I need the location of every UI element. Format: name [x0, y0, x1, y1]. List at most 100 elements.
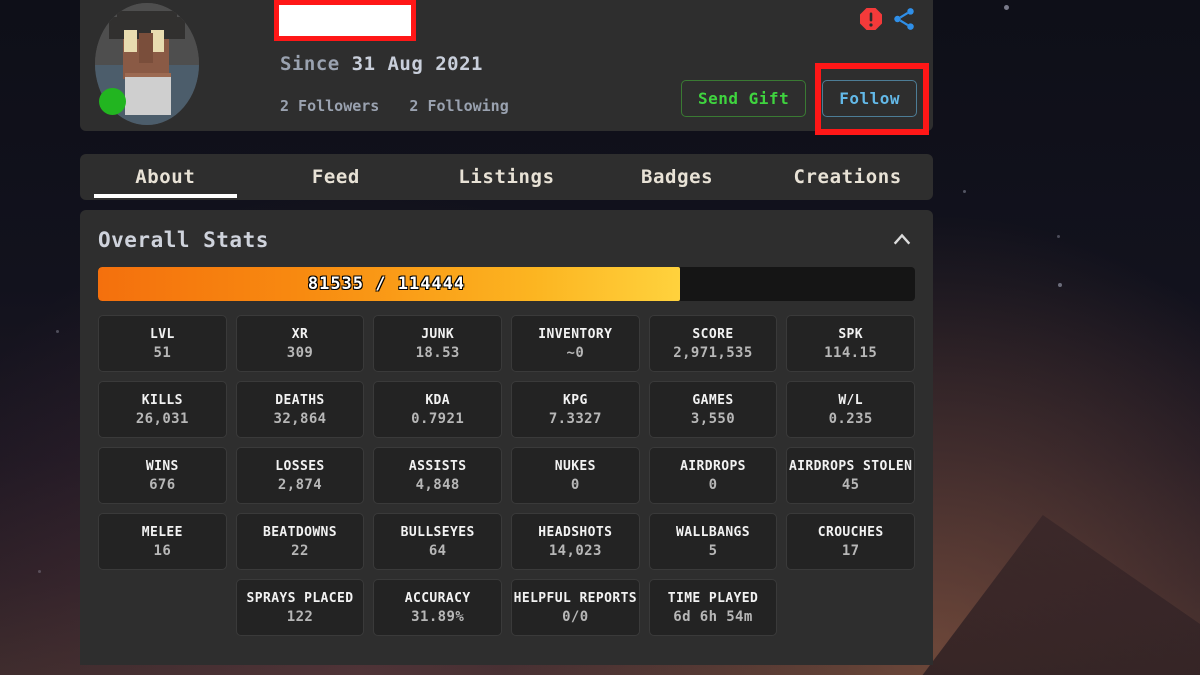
- stat-card: SPK 114.15: [786, 315, 915, 372]
- profile-page: Since 31 Aug 2021 2 Followers 2 Followin…: [0, 0, 1200, 675]
- stat-card-label: MELEE: [141, 524, 183, 540]
- stat-card-value: 309: [286, 344, 314, 361]
- send-gift-button[interactable]: Send Gift: [681, 80, 807, 117]
- level-progress-label: 81535 / 114444: [307, 274, 466, 294]
- profile-action-row: Send Gift Follow: [681, 80, 917, 117]
- stat-card-value: 17: [841, 542, 860, 559]
- stat-card-value: 2,971,535: [673, 344, 753, 361]
- stat-card: ASSISTS 4,848: [373, 447, 502, 504]
- stat-card: AIRDROPS 0: [648, 447, 778, 504]
- stat-card-value: 6d 6h 54m: [673, 608, 753, 625]
- stat-card-value: 2,874: [277, 476, 323, 493]
- stat-card-value: 22: [291, 542, 309, 559]
- tab-feed[interactable]: Feed: [251, 154, 422, 200]
- stat-card-value: 3,550: [690, 410, 736, 427]
- stat-card-value: 7.3327: [548, 410, 602, 427]
- stat-card-label: AIRDROPS: [680, 458, 746, 474]
- stat-card: WALLBANGS 5: [648, 513, 778, 570]
- share-icon[interactable]: [891, 6, 917, 32]
- background-mountain: [900, 515, 1200, 675]
- member-since-prefix: Since: [280, 53, 340, 75]
- stat-card: BEATDOWNS 22: [235, 513, 365, 570]
- stat-card: TIME PLAYED 6d 6h 54m: [648, 579, 778, 636]
- stat-card-value: 14,023: [548, 542, 602, 559]
- stat-card-value: 51: [153, 344, 172, 361]
- stat-card-label: KILLS: [141, 392, 183, 408]
- tab-creations-label: Creations: [793, 166, 902, 188]
- tab-creations[interactable]: Creations: [762, 154, 933, 200]
- stat-card: INVENTORY ~0: [511, 315, 640, 372]
- overall-stats-title: Overall Stats: [98, 228, 269, 252]
- profile-tabs: About Feed Listings Badges Creations: [80, 154, 933, 200]
- stat-card: NUKES 0: [511, 447, 640, 504]
- stat-card-value: 4,848: [415, 476, 460, 493]
- stat-card-value: 676: [149, 476, 176, 493]
- stat-card: SCORE 2,971,535: [648, 315, 778, 372]
- stat-card: HEADSHOTS 14,023: [511, 513, 640, 570]
- member-since-date: 31 Aug 2021: [351, 53, 483, 75]
- stat-card: XR 309: [235, 315, 365, 372]
- stat-card: HELPFUL REPORTS 0/0: [511, 579, 640, 636]
- stat-card-value: 31.89%: [411, 608, 465, 625]
- stat-card-label: AIRDROPS STOLEN: [788, 458, 913, 474]
- tab-badges-label: Badges: [640, 166, 714, 188]
- report-octagon-icon[interactable]: [859, 7, 883, 31]
- stat-card-value: 16: [153, 542, 172, 559]
- stat-card-label: JUNK: [421, 326, 455, 342]
- tab-listings[interactable]: Listings: [421, 154, 592, 200]
- stat-card-label: XR: [291, 326, 309, 342]
- stat-card: AIRDROPS STOLEN 45: [786, 447, 915, 504]
- stat-card-label: TIME PLAYED: [667, 590, 759, 606]
- username-redacted-box: [274, 0, 416, 41]
- stat-card-label: WINS: [145, 458, 179, 474]
- tab-about[interactable]: About: [80, 154, 251, 200]
- stat-card-label: CROUCHES: [817, 524, 884, 540]
- stat-card-label: NUKES: [554, 458, 596, 474]
- avatar[interactable]: [95, 3, 200, 125]
- stat-card-value: 45: [841, 476, 860, 493]
- tab-badges[interactable]: Badges: [592, 154, 763, 200]
- chevron-up-icon[interactable]: [891, 229, 913, 251]
- stat-card-label: GAMES: [692, 392, 734, 408]
- followers-count[interactable]: 2 Followers: [280, 97, 379, 115]
- stat-card-label: LOSSES: [275, 458, 325, 474]
- stat-card-value: 0: [708, 476, 718, 493]
- tab-about-label: About: [135, 166, 196, 188]
- profile-icon-row: [859, 6, 917, 32]
- stat-card-label: W/L: [838, 392, 863, 408]
- stat-card: KILLS 26,031: [98, 381, 227, 438]
- stat-card-value: 122: [286, 608, 314, 625]
- stat-card-label: KDA: [425, 392, 450, 408]
- stat-card-label: HEADSHOTS: [538, 524, 613, 540]
- stat-card-value: 5: [708, 542, 718, 559]
- stat-card-label: BEATDOWNS: [262, 524, 338, 540]
- stat-card: JUNK 18.53: [373, 315, 502, 372]
- overall-stats-header: Overall Stats: [98, 228, 915, 252]
- follow-counts: 2 Followers 2 Following: [280, 97, 509, 115]
- stat-card-value: 26,031: [135, 410, 189, 427]
- stat-card: GAMES 3,550: [648, 381, 778, 438]
- online-status-indicator: [99, 88, 126, 115]
- stat-card-value: 114.15: [824, 344, 878, 361]
- following-count[interactable]: 2 Following: [409, 97, 508, 115]
- profile-header-card: Since 31 Aug 2021 2 Followers 2 Followin…: [80, 0, 933, 135]
- stat-card: CROUCHES 17: [786, 513, 915, 570]
- level-progress-bar: 81535 / 114444: [98, 267, 915, 301]
- stat-card-value: 0.235: [828, 410, 873, 427]
- stat-card: ACCURACY 31.89%: [373, 579, 502, 636]
- stats-grid: LVL 51 XR 309 JUNK 18.53 INVENTORY ~0 SCORE 2,971…: [98, 315, 915, 636]
- stat-card: LVL 51: [98, 315, 227, 372]
- stat-card-value: 0: [570, 476, 580, 493]
- overall-stats-panel: Overall Stats 81535 / 114444 LVL 51 XR 309 J…: [80, 210, 933, 665]
- stat-card-label: HELPFUL REPORTS: [513, 590, 638, 606]
- stat-card-value: 0.7921: [411, 410, 465, 427]
- stat-card-label: INVENTORY: [538, 326, 613, 342]
- stat-card: WINS 676: [98, 447, 227, 504]
- follow-button[interactable]: Follow: [822, 80, 917, 117]
- stat-card-label: ASSISTS: [408, 458, 467, 474]
- stat-card-label: SPK: [838, 326, 863, 342]
- stat-card: KPG 7.3327: [511, 381, 640, 438]
- stat-card-label: ACCURACY: [404, 590, 471, 606]
- stat-card: KDA 0.7921: [373, 381, 502, 438]
- stat-card-value: 32,864: [273, 410, 327, 427]
